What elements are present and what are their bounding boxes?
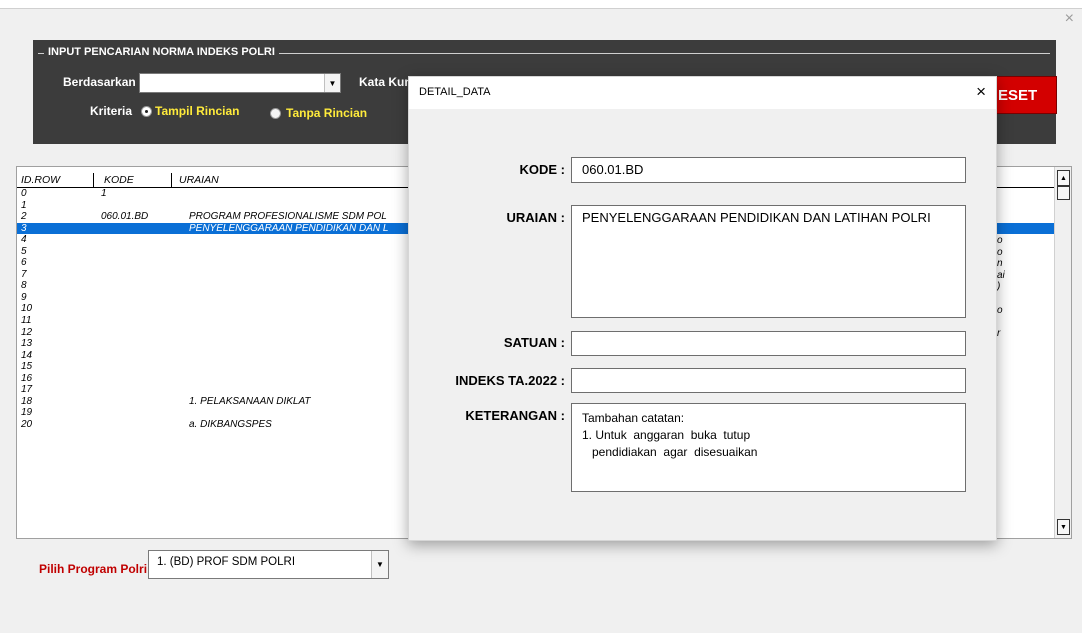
cell-id-row: 13	[21, 338, 33, 350]
kriteria-label: Kriteria	[90, 104, 133, 118]
berdasarkan-label: Berdasarkan	[63, 75, 136, 89]
cell-id-row: 0	[21, 188, 27, 199]
cell-id-row: 12	[21, 326, 33, 338]
kata-kunci-label: Kata Kun	[359, 75, 412, 89]
grid-scrollbar[interactable]: ▲ ▼	[1054, 167, 1071, 538]
cell-peek: r	[997, 327, 1001, 339]
cell-id-row: 10	[21, 303, 33, 315]
cell-uraian: PROGRAM PROFESIONALISME SDM POL	[189, 211, 387, 223]
satuan-field[interactable]	[571, 331, 966, 356]
program-value: 1. (BD) PROF SDM POLRI	[157, 556, 296, 568]
cell-id-row: 16	[21, 372, 33, 384]
cell-kode: 060.01.BD	[101, 211, 149, 223]
detail-dialog: DETAIL_DATA × KODE : 060.01.BD URAIAN : …	[408, 76, 997, 541]
cell-peek: n	[997, 258, 1003, 270]
keterangan-field[interactable]: Tambahan catatan: 1. Untuk anggaran buka…	[571, 403, 966, 492]
cell-id-row: 17	[21, 384, 33, 396]
indeks-field[interactable]	[571, 368, 966, 393]
cell-id-row: 8	[21, 280, 27, 292]
radio-tanpa-rincian[interactable]	[270, 108, 281, 119]
program-combo[interactable]: 1. (BD) PROF SDM POLRI ▼	[148, 550, 389, 579]
scroll-down-icon[interactable]: ▼	[1057, 519, 1070, 535]
cell-uraian: 1. PELAKSANAAN DIKLAT	[189, 395, 311, 407]
cell-id-row: 7	[21, 268, 27, 280]
main-window: × INPUT PENCARIAN NORMA INDEKS POLRI Ber…	[0, 0, 1082, 633]
cell-id-row: 15	[21, 361, 33, 373]
search-group-title: INPUT PENCARIAN NORMA INDEKS POLRI	[44, 46, 279, 58]
scroll-up-icon[interactable]: ▲	[1057, 170, 1070, 186]
window-close-icon[interactable]: ×	[1065, 10, 1074, 28]
header-id-row: ID.ROW	[21, 174, 61, 186]
cell-id-row: 11	[21, 315, 32, 327]
cell-peek: ai	[997, 269, 1005, 281]
cell-id-row: 2	[21, 211, 27, 223]
indeks-label: INDEKS TA.2022 :	[455, 373, 565, 388]
uraian-label: URAIAN :	[506, 210, 566, 225]
cell-id-row: 9	[21, 291, 27, 303]
window-titlebar	[0, 0, 1082, 9]
reset-button[interactable]: ESET	[987, 76, 1057, 114]
radio-tampil-rincian[interactable]	[141, 106, 152, 117]
cell-peek: o	[997, 235, 1003, 247]
cell-id-row: 19	[21, 407, 33, 419]
option-tampil-label: Tampil Rincian	[155, 104, 240, 118]
keterangan-label: KETERANGAN :	[465, 408, 565, 423]
cell-peek: )	[997, 281, 1001, 293]
cell-id-row: 6	[21, 257, 27, 269]
kode-label: KODE :	[519, 162, 566, 177]
header-kode: KODE	[104, 174, 134, 186]
berdasarkan-combo[interactable]: ▼	[139, 73, 341, 93]
cell-id-row: 4	[21, 234, 27, 246]
option-tanpa-label: Tanpa Rincian	[286, 106, 368, 120]
cell-uraian: a. DIKBANGSPES	[189, 418, 272, 430]
chevron-down-icon[interactable]: ▼	[324, 74, 340, 92]
header-divider	[171, 173, 172, 187]
cell-peek: o	[997, 246, 1003, 258]
header-uraian: URAIAN	[179, 174, 219, 186]
scroll-thumb[interactable]	[1057, 186, 1070, 200]
dialog-titlebar: DETAIL_DATA ×	[409, 77, 996, 109]
cell-id-row: 18	[21, 395, 33, 407]
cell-id-row: 20	[21, 418, 33, 430]
chevron-down-icon[interactable]: ▼	[371, 551, 388, 578]
kode-field[interactable]: 060.01.BD	[571, 157, 966, 183]
dialog-title: DETAIL_DATA	[419, 86, 491, 98]
header-divider	[93, 173, 94, 187]
cell-id-row: 3	[21, 222, 27, 234]
cell-uraian: PENYELENGGARAAN PENDIDIKAN DAN L	[189, 222, 389, 234]
uraian-field[interactable]: PENYELENGGARAAN PENDIDIKAN DAN LATIHAN P…	[571, 205, 966, 318]
cell-id-row: 14	[21, 349, 33, 361]
keterangan-text: Tambahan catatan: 1. Untuk anggaran buka…	[582, 411, 758, 459]
dialog-close-icon[interactable]: ×	[976, 82, 986, 102]
pilih-program-label: Pilih Program Polri	[39, 562, 148, 576]
cell-id-row: 1	[21, 199, 27, 211]
satuan-label: SATUAN :	[503, 335, 565, 350]
cell-id-row: 5	[21, 245, 27, 257]
cell-peek: o	[997, 304, 1003, 316]
cell-kode: 1	[101, 188, 107, 199]
